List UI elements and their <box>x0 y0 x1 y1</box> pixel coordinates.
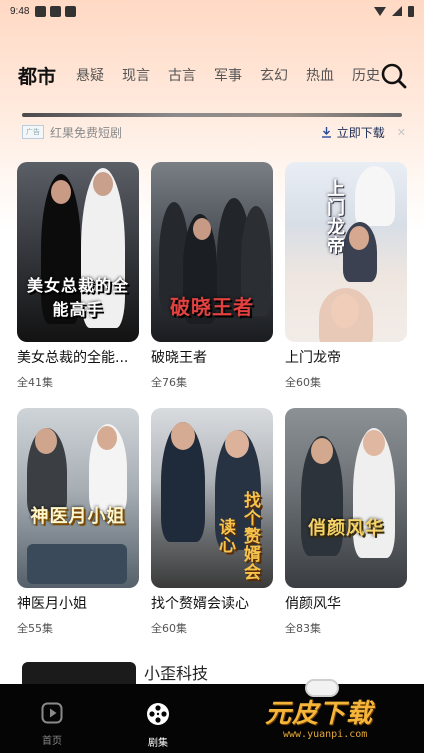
status-bar: 9:48 <box>0 0 424 22</box>
drama-card[interactable]: 神医月小姐 神医月小姐 全55集 <box>17 408 139 654</box>
watermark-text: 元皮下载 <box>265 699 374 729</box>
drama-cover[interactable]: 美女总裁的全能高手 <box>17 162 139 342</box>
drama-card[interactable]: 破晓王者 破晓王者 全76集 <box>151 162 273 408</box>
drama-cover[interactable]: 上门龙帝 <box>285 162 407 342</box>
nav-drama-label: 剧集 <box>148 738 168 749</box>
drama-cover[interactable]: 神医月小姐 <box>17 408 139 588</box>
search-icon <box>381 63 407 89</box>
cover-title: 找个赘婿会读心 <box>215 491 260 581</box>
drama-title: 俏颜风华 <box>285 596 341 612</box>
drama-card[interactable]: 美女总裁的全能高手 美女总裁的全能... 全41集 <box>17 162 139 408</box>
watermark-url: www.yuanpi.com <box>283 729 368 740</box>
episode-count: 全60集 <box>151 622 187 635</box>
nav-drama[interactable]: 剧集 <box>128 702 188 749</box>
download-label: 立即下载 <box>336 125 385 140</box>
cover-title: 美女总裁的全能高手 <box>26 276 129 319</box>
drama-card[interactable]: 上门龙帝 上门龙帝 全60集 <box>285 162 407 408</box>
episode-count: 全55集 <box>17 622 53 635</box>
ad-brand-name: 小歪科技 <box>144 664 209 683</box>
drama-card[interactable]: 俏颜风华 俏颜风华 全83集 <box>285 408 407 654</box>
drama-title: 找个赘婿会读心 <box>151 596 249 612</box>
ad-tag: 广告 <box>22 125 44 139</box>
status-time: 9:48 <box>10 5 30 17</box>
episode-count: 全60集 <box>285 376 321 389</box>
drama-cover[interactable]: 破晓王者 <box>151 162 273 342</box>
notification-icon <box>35 5 47 17</box>
film-reel-icon <box>147 703 169 725</box>
drama-cover[interactable]: 找个赘婿会读心 <box>151 408 273 588</box>
signal-icon <box>392 6 402 16</box>
tab-xianyan[interactable]: 现言 <box>122 65 150 85</box>
wifi-icon <box>374 6 386 16</box>
ad-close-button[interactable]: ✕ <box>397 126 406 139</box>
ad-text: 红果免费短剧 <box>50 125 123 140</box>
ad-banner[interactable]: 广告 红果免费短剧 立即下载 ✕ <box>22 121 406 143</box>
drama-title: 上门龙帝 <box>285 350 341 366</box>
episode-count: 全83集 <box>285 622 321 635</box>
drama-grid: 美女总裁的全能高手 美女总裁的全能... 全41集 破晓王者 破晓王者 全76集… <box>17 162 407 654</box>
episode-count: 全76集 <box>151 376 187 389</box>
search-button[interactable] <box>380 62 408 90</box>
drama-cover[interactable]: 俏颜风华 <box>285 408 407 588</box>
nav-home[interactable]: 首页 <box>22 702 82 747</box>
nav-home-label: 首页 <box>42 736 62 747</box>
ad-thumbnail[interactable] <box>22 662 136 684</box>
bottom-ad[interactable]: 小歪科技 <box>22 660 412 684</box>
download-button[interactable]: 立即下载 <box>321 124 385 141</box>
play-icon <box>41 702 63 724</box>
cover-title: 神医月小姐 <box>30 506 126 527</box>
episode-count: 全41集 <box>17 376 53 389</box>
drama-title: 破晓王者 <box>151 350 207 366</box>
category-tabs: 都市 悬疑 现言 古言 军事 玄幻 热血 历史 <box>18 60 410 90</box>
cover-title: 破晓王者 <box>170 295 254 319</box>
drama-card[interactable]: 找个赘婿会读心 找个赘婿会读心 全60集 <box>151 408 273 654</box>
notification-icon <box>50 5 62 17</box>
cover-title: 俏颜风华 <box>308 518 384 539</box>
ad-image-strip[interactable] <box>22 113 402 117</box>
download-icon <box>321 127 331 138</box>
watermark: 元皮下载 www.yuanpi.com <box>255 679 424 753</box>
tab-xuanyi[interactable]: 悬疑 <box>76 65 104 85</box>
cover-title: 上门龙帝 <box>324 179 345 255</box>
tab-lishi[interactable]: 历史 <box>352 65 380 85</box>
drama-title: 美女总裁的全能... <box>17 350 129 366</box>
tab-xuanhuan[interactable]: 玄幻 <box>260 65 288 85</box>
notification-icon <box>65 5 77 17</box>
drama-title: 神医月小姐 <box>17 596 87 612</box>
battery-icon <box>408 5 414 17</box>
tab-rexue[interactable]: 热血 <box>306 65 334 85</box>
tab-junshi[interactable]: 军事 <box>214 65 242 85</box>
tab-guyan[interactable]: 古言 <box>168 65 196 85</box>
tab-dushi[interactable]: 都市 <box>18 62 56 89</box>
